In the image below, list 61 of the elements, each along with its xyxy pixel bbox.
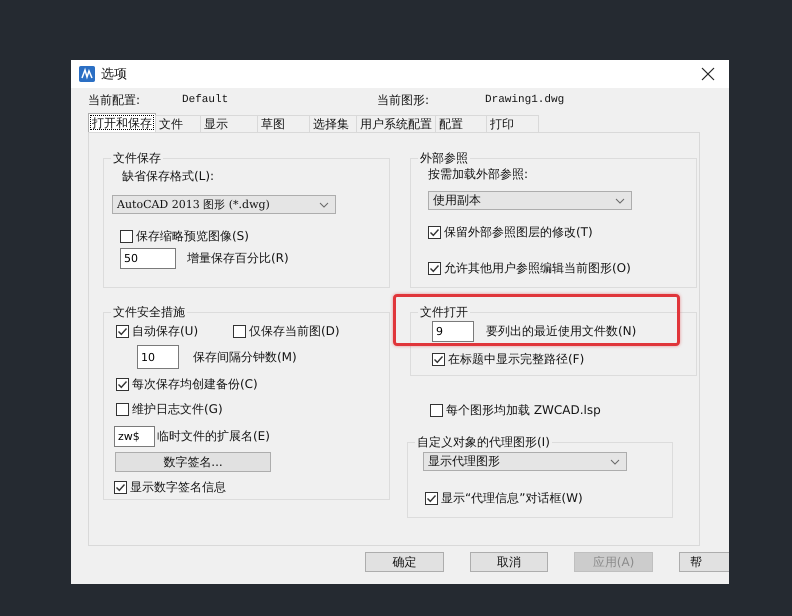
- field-label: 按需加载外部参照:: [428, 166, 528, 183]
- tab[interactable]: 文件: [155, 115, 201, 132]
- profile-value: Default: [182, 94, 230, 106]
- checkbox[interactable]: [120, 230, 133, 242]
- checkbox-label: 每个图形均加载 ZWCAD.lsp: [446, 402, 601, 418]
- checkbox[interactable]: [116, 402, 129, 416]
- chevron-icon: [615, 198, 625, 204]
- tab[interactable]: 草图: [257, 115, 310, 132]
- dialog-button[interactable]: 取消: [470, 552, 548, 572]
- tab[interactable]: 配置: [435, 115, 487, 132]
- checkbox[interactable]: [430, 404, 443, 416]
- checkbox-label: 显示“代理信息”对话框(W): [441, 490, 583, 506]
- chevron-icon: [319, 202, 329, 208]
- group-title: 文件保存: [112, 150, 162, 167]
- chevron-icon: [610, 458, 620, 464]
- checkbox[interactable]: [116, 378, 129, 390]
- group-title: 自定义对象的代理图形(I): [416, 434, 551, 451]
- checkbox-label: 维护日志文件(G): [132, 400, 223, 418]
- digital-signature-button[interactable]: 数字签名...: [115, 452, 271, 472]
- tab[interactable]: 打印: [486, 115, 539, 132]
- proxy-dropdown[interactable]: 显示代理图形: [423, 452, 627, 471]
- checkbox[interactable]: [114, 480, 127, 494]
- dialog-button[interactable]: 确定: [365, 552, 444, 572]
- recent-files-field[interactable]: 9: [432, 321, 474, 342]
- field-label: 要列出的最近使用文件数(N): [486, 323, 636, 340]
- field-label: 缺省保存格式(L):: [122, 168, 214, 185]
- group-title: 文件打开: [419, 304, 469, 321]
- checkbox-label: 显示数字签名信息: [130, 478, 226, 496]
- checkbox-label: 保存缩略预览图像(S): [136, 228, 249, 244]
- app-icon: [79, 66, 95, 82]
- checkbox[interactable]: [425, 492, 438, 504]
- checkbox[interactable]: [428, 262, 441, 274]
- extension-field[interactable]: zw$: [114, 426, 155, 447]
- percent-field[interactable]: 50: [120, 248, 176, 269]
- checkbox-label: 在标题中显示完整路径(F): [448, 350, 584, 368]
- group-title: 文件安全措施: [112, 304, 186, 321]
- checkbox[interactable]: [116, 324, 129, 338]
- drawing-label: 当前图形:: [377, 92, 430, 108]
- drawing-value: Drawing1.dwg: [485, 94, 564, 106]
- minutes-field[interactable]: 10: [137, 345, 179, 369]
- dialog-button[interactable]: 帮: [678, 552, 729, 572]
- checkbox[interactable]: [233, 324, 246, 338]
- profile-label: 当前配置:: [88, 92, 142, 108]
- checkbox[interactable]: [432, 352, 445, 366]
- checkbox-label: 仅保存当前图(D): [249, 322, 340, 340]
- tab[interactable]: 打开和保存: [88, 113, 156, 132]
- tab[interactable]: 选择集: [309, 115, 357, 132]
- checkbox-label: 保留外部参照图层的修改(T): [444, 224, 593, 240]
- checkbox-label: 允许其他用户参照编辑当前图形(O): [444, 260, 631, 276]
- checkbox-label: 自动保存(U): [132, 322, 198, 340]
- format-dropdown[interactable]: AutoCAD 2013 图形 (*.dwg): [112, 195, 336, 214]
- tab[interactable]: 显示: [200, 115, 258, 132]
- tab[interactable]: 用户系统配置: [356, 115, 436, 132]
- field-label: 临时文件的扩展名(E): [157, 428, 270, 445]
- field-label: 增量保存百分比(R): [187, 250, 289, 267]
- field-label: 保存间隔分钟数(M): [193, 348, 297, 366]
- checkbox-label: 每次保存均创建备份(C): [132, 376, 258, 392]
- xref-dropdown[interactable]: 使用副本: [428, 191, 632, 210]
- checkbox[interactable]: [428, 226, 441, 238]
- window-title: 选项: [101, 66, 128, 83]
- group-title: 外部参照: [419, 150, 469, 167]
